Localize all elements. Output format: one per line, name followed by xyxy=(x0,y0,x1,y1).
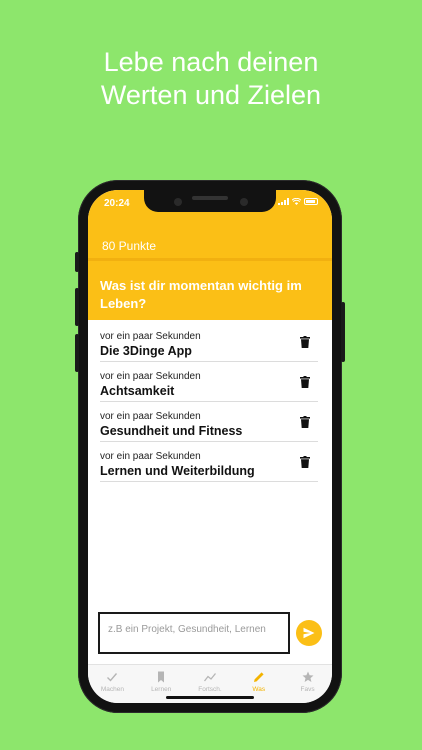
trash-icon[interactable] xyxy=(300,456,310,468)
tab-favs[interactable]: Favs xyxy=(283,665,332,703)
tab-label: Was xyxy=(252,686,266,693)
headline-line-1: Lebe nach deinen xyxy=(103,47,319,77)
phone-notch xyxy=(144,190,276,212)
battery-icon xyxy=(304,198,318,205)
item-timestamp: vor ein paar Sekunden xyxy=(100,451,201,462)
item-title: Die 3Dinge App xyxy=(100,344,192,358)
home-indicator[interactable] xyxy=(166,696,254,699)
headline-line-2: Werten und Zielen xyxy=(100,80,322,110)
tab-label: Machen xyxy=(100,686,124,693)
list-item[interactable]: vor ein paar Sekunden Gesundheit und Fit… xyxy=(100,402,318,442)
promo-headline: Lebe nach deinen Werten und Zielen xyxy=(0,46,422,112)
item-timestamp: vor ein paar Sekunden xyxy=(100,371,201,382)
trash-icon[interactable] xyxy=(300,416,310,428)
tab-label: Lernen xyxy=(151,686,172,693)
phone-volume-down xyxy=(75,334,79,372)
status-time: 20:24 xyxy=(104,198,130,209)
speaker-grill xyxy=(192,196,228,200)
values-list: vor ein paar Sekunden Die 3Dinge App vor… xyxy=(100,322,318,482)
tab-label: Fortsch. xyxy=(198,686,222,693)
phone-screen: 20:24 80 Punkte Was ist dir momentan wic… xyxy=(88,190,332,703)
status-icons xyxy=(278,198,318,205)
pencil-icon xyxy=(253,672,264,682)
item-title: Lernen und Weiterbildung xyxy=(100,464,255,478)
tab-label: Favs xyxy=(300,686,315,693)
item-timestamp: vor ein paar Sekunden xyxy=(100,411,201,422)
item-title: Achtsamkeit xyxy=(100,384,175,398)
send-button[interactable] xyxy=(296,620,322,646)
compose-row: z.B ein Projekt, Gesundheit, Lernen xyxy=(98,612,324,654)
points-counter: 80 Punkte xyxy=(102,239,157,253)
tab-machen[interactable]: Machen xyxy=(88,665,137,703)
list-item[interactable]: vor ein paar Sekunden Achtsamkeit xyxy=(100,362,318,402)
trash-icon[interactable] xyxy=(300,376,310,388)
sensor-icon xyxy=(174,198,182,206)
phone-mute-switch xyxy=(75,252,79,272)
phone-frame: 20:24 80 Punkte Was ist dir momentan wic… xyxy=(75,180,345,713)
camera-icon xyxy=(240,198,248,206)
send-icon xyxy=(303,627,315,639)
phone-power-button xyxy=(341,302,345,362)
check-icon xyxy=(107,673,118,682)
header-divider xyxy=(88,258,332,261)
item-title: Gesundheit und Fitness xyxy=(100,424,243,438)
question-title: Was ist dir momentan wichtig im Leben? xyxy=(100,278,302,311)
wifi-icon xyxy=(292,198,301,205)
list-item[interactable]: vor ein paar Sekunden Lernen und Weiterb… xyxy=(100,442,318,482)
item-timestamp: vor ein paar Sekunden xyxy=(100,331,201,342)
star-icon xyxy=(302,671,314,682)
trend-icon xyxy=(203,673,216,682)
phone-volume-up xyxy=(75,288,79,326)
trash-icon[interactable] xyxy=(300,336,310,348)
value-input[interactable]: z.B ein Projekt, Gesundheit, Lernen xyxy=(98,612,290,654)
signal-icon xyxy=(278,198,289,205)
bookmark-icon xyxy=(158,671,165,683)
list-item[interactable]: vor ein paar Sekunden Die 3Dinge App xyxy=(100,322,318,362)
